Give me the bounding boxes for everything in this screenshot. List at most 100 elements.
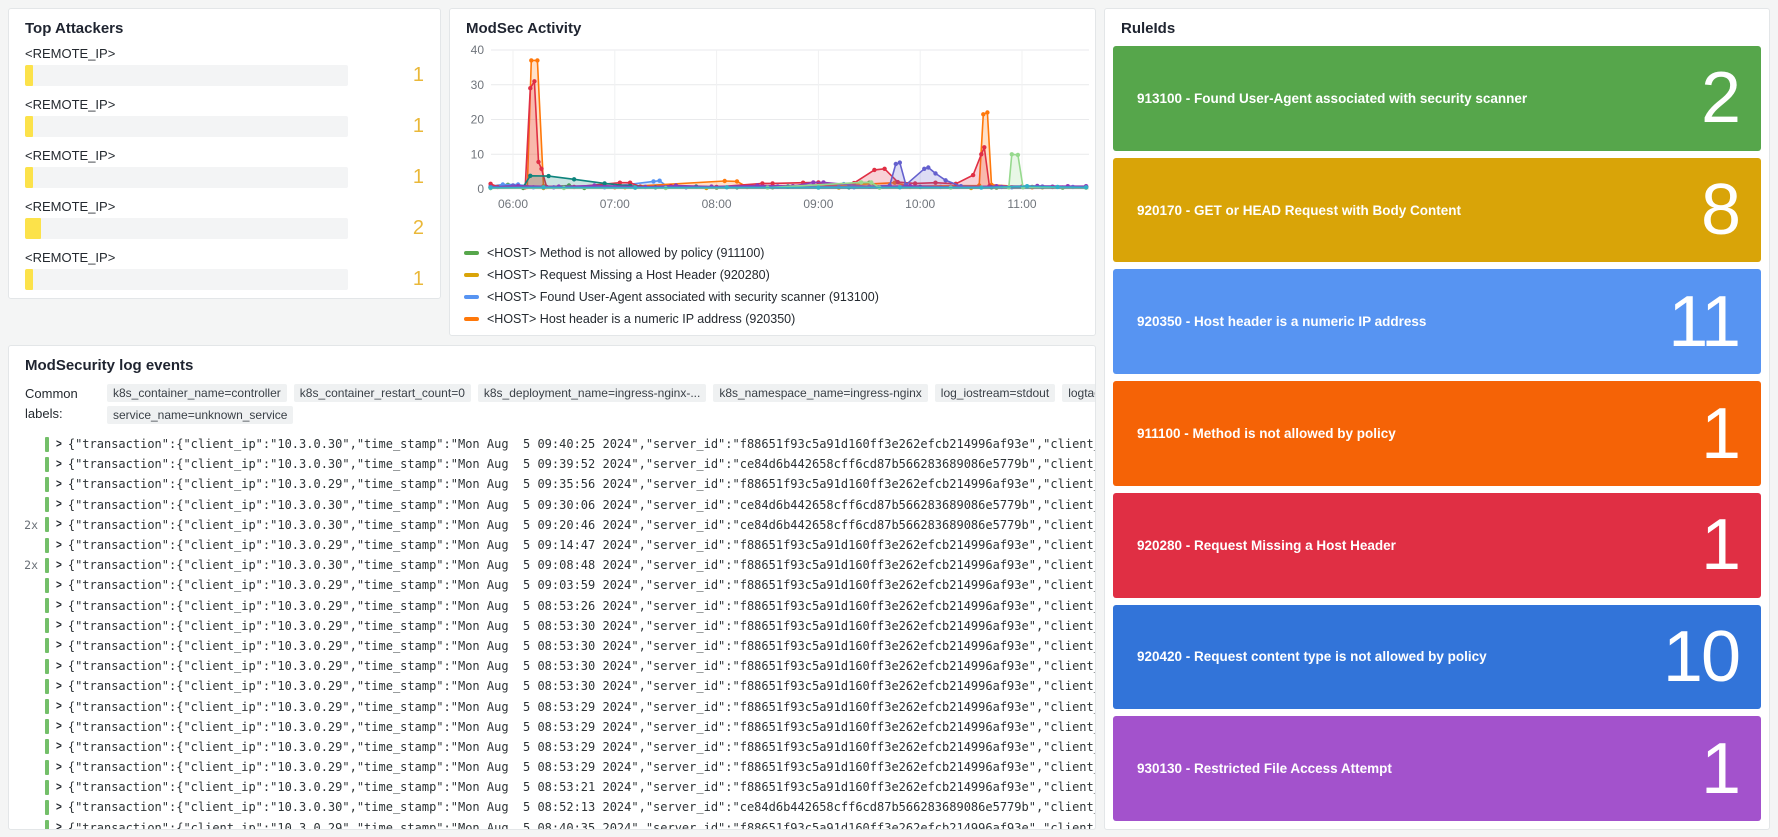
log-row[interactable]: > {"transaction":{"client_ip":"10.3.0.30"… — [9, 495, 1095, 515]
log-row[interactable]: > {"transaction":{"client_ip":"10.3.0.29"… — [9, 616, 1095, 636]
log-line-text: {"transaction":{"client_ip":"10.3.0.29",… — [68, 737, 1095, 757]
label-chip: log_iostream=stdout — [935, 384, 1055, 402]
legend-item[interactable]: <HOST> Host header is a numeric IP addre… — [464, 308, 1095, 330]
label-chip-row: k8s_container_name=controllerk8s_contain… — [107, 384, 1096, 402]
attacker-bar-track — [25, 65, 348, 86]
log-row[interactable]: >{"transaction":{"client_ip":"10.3.0.29"… — [9, 575, 1095, 595]
ruleid-stat-card: 920420 - Request content type is not all… — [1113, 605, 1761, 710]
chevron-right-icon[interactable]: > — [56, 740, 62, 753]
chevron-right-icon[interactable]: > — [56, 498, 62, 511]
log-level-bar — [45, 820, 49, 830]
chevron-right-icon[interactable]: > — [56, 579, 62, 592]
chevron-right-icon[interactable]: > — [56, 821, 62, 830]
log-row[interactable]: > {"transaction":{"client_ip":"10.3.0.29"… — [9, 535, 1095, 555]
panel-title-log-events[interactable]: ModSecurity log events — [9, 346, 1095, 375]
log-line-text: {"transaction":{"client_ip":"10.3.0.30",… — [68, 495, 1095, 515]
attacker-bar-track — [25, 269, 348, 290]
label-chip: service_name=unknown_service — [107, 406, 293, 424]
log-row[interactable]: > {"transaction":{"client_ip":"10.3.0.30"… — [9, 434, 1095, 454]
log-line-text: {"transaction":{"client_ip":"10.3.0.30",… — [68, 454, 1095, 474]
log-row[interactable]: > {"transaction":{"client_ip":"10.3.0.29"… — [9, 757, 1095, 777]
log-level-bar — [45, 719, 49, 734]
chevron-right-icon[interactable]: > — [56, 559, 62, 572]
log-level-bar — [45, 699, 49, 714]
ruleid-stat-label: 911100 - Method is not allowed by policy — [1137, 425, 1396, 442]
log-line-text: {"transaction":{"client_ip":"10.3.0.29",… — [68, 636, 1095, 656]
chevron-right-icon[interactable]: > — [56, 801, 62, 814]
log-level-bar — [45, 578, 49, 593]
attacker-row: <REMOTE_IP>1 — [25, 250, 424, 290]
log-row-list: > {"transaction":{"client_ip":"10.3.0.30"… — [9, 434, 1095, 830]
log-line-text: {"transaction":{"client_ip":"10.3.0.30",… — [68, 555, 1095, 575]
chevron-right-icon[interactable]: > — [56, 619, 62, 632]
ruleid-stat-value: 8 — [1701, 174, 1739, 246]
panel-title-top-attackers[interactable]: Top Attackers — [9, 9, 440, 38]
chevron-right-icon[interactable]: > — [56, 518, 62, 531]
x-axis-tick: 09:00 — [803, 197, 833, 211]
log-line-text: {"transaction":{"client_ip":"10.3.0.30",… — [68, 434, 1095, 454]
attacker-label: <REMOTE_IP> — [25, 250, 424, 265]
log-row[interactable]: >{"transaction":{"client_ip":"10.3.0.30"… — [9, 797, 1095, 817]
log-row[interactable]: > {"transaction":{"client_ip":"10.3.0.29"… — [9, 636, 1095, 656]
log-row[interactable]: > {"transaction":{"client_ip":"10.3.0.29"… — [9, 676, 1095, 696]
log-level-bar — [45, 497, 49, 512]
x-axis-tick: 06:00 — [498, 197, 528, 211]
attacker-row: <REMOTE_IP>1 — [25, 148, 424, 188]
log-row[interactable]: >{"transaction":{"client_ip":"10.3.0.29"… — [9, 777, 1095, 797]
log-row[interactable]: >{"transaction":{"client_ip":"10.3.0.29"… — [9, 596, 1095, 616]
log-row[interactable]: 2x > {"transaction":{"client_ip":"10.3.0.3… — [9, 555, 1095, 575]
x-axis-tick: 07:00 — [600, 197, 630, 211]
chevron-right-icon[interactable]: > — [56, 660, 62, 673]
legend-color-dash — [464, 317, 479, 321]
log-row[interactable]: > {"transaction":{"client_ip":"10.3.0.29"… — [9, 737, 1095, 757]
attacker-bar-fill — [25, 269, 33, 290]
log-row[interactable]: > {"transaction":{"client_ip":"10.3.0.29"… — [9, 696, 1095, 716]
log-duplicate-count: 2x — [9, 558, 45, 572]
legend-item[interactable]: <HOST> Found User-Agent associated with … — [464, 286, 1095, 308]
log-row[interactable]: 2x>{"transaction":{"client_ip":"10.3.0.3… — [9, 515, 1095, 535]
log-row[interactable]: > {"transaction":{"client_ip":"10.3.0.29"… — [9, 656, 1095, 676]
log-line-text: {"transaction":{"client_ip":"10.3.0.29",… — [68, 656, 1095, 676]
chevron-right-icon[interactable]: > — [56, 458, 62, 471]
legend-color-dash — [464, 295, 479, 299]
panel-title-ruleids[interactable]: RuleIds — [1105, 9, 1769, 38]
log-row[interactable]: >{"transaction":{"client_ip":"10.3.0.29"… — [9, 818, 1095, 830]
chevron-right-icon[interactable]: > — [56, 478, 62, 491]
ruleid-stat-label: 920170 - GET or HEAD Request with Body C… — [1137, 202, 1461, 219]
log-row[interactable]: > {"transaction":{"client_ip":"10.3.0.30"… — [9, 454, 1095, 474]
y-axis-tick: 40 — [471, 43, 485, 57]
log-level-bar — [45, 679, 49, 694]
label-chip-row: service_name=unknown_service — [107, 406, 1096, 424]
legend-item[interactable]: <HOST> Request Missing a Host Header (92… — [464, 264, 1095, 286]
chevron-right-icon[interactable]: > — [56, 680, 62, 693]
attacker-bar-fill — [25, 116, 33, 137]
chevron-right-icon[interactable]: > — [56, 437, 62, 450]
legend-item[interactable]: <HOST> Method is not allowed by policy (… — [464, 242, 1095, 264]
chevron-right-icon[interactable]: > — [56, 599, 62, 612]
log-row[interactable]: >{"transaction":{"client_ip":"10.3.0.29"… — [9, 474, 1095, 494]
chevron-right-icon[interactable]: > — [56, 639, 62, 652]
chevron-right-icon[interactable]: > — [56, 760, 62, 773]
panel-title-modsec-activity[interactable]: ModSec Activity — [450, 9, 1095, 38]
log-line-text: {"transaction":{"client_ip":"10.3.0.29",… — [68, 676, 1095, 696]
label-chip: k8s_container_name=controller — [107, 384, 287, 402]
attacker-label: <REMOTE_IP> — [25, 199, 424, 214]
log-line-text: {"transaction":{"client_ip":"10.3.0.29",… — [68, 616, 1095, 636]
attacker-label: <REMOTE_IP> — [25, 97, 424, 112]
legend-label: <HOST> Method is not allowed by policy (… — [487, 246, 764, 260]
log-row[interactable]: >{"transaction":{"client_ip":"10.3.0.29"… — [9, 717, 1095, 737]
label-chip: logtag=F — [1062, 384, 1096, 402]
log-line-text: {"transaction":{"client_ip":"10.3.0.29",… — [68, 757, 1095, 777]
ruleid-stat-label: 920280 - Request Missing a Host Header — [1137, 537, 1396, 554]
ruleid-stat-label: 920350 - Host header is a numeric IP add… — [1137, 313, 1426, 330]
chevron-right-icon[interactable]: > — [56, 700, 62, 713]
attacker-value: 1 — [348, 116, 424, 137]
attacker-row: <REMOTE_IP> 2 — [25, 199, 424, 239]
log-line-text: {"transaction":{"client_ip":"10.3.0.29",… — [68, 535, 1095, 555]
chevron-right-icon[interactable]: > — [56, 781, 62, 794]
chevron-right-icon[interactable]: > — [56, 538, 62, 551]
attacker-value: 2 — [348, 218, 424, 239]
log-line-text: {"transaction":{"client_ip":"10.3.0.29",… — [68, 697, 1095, 717]
attacker-bar-fill — [25, 65, 33, 86]
chevron-right-icon[interactable]: > — [56, 720, 62, 733]
